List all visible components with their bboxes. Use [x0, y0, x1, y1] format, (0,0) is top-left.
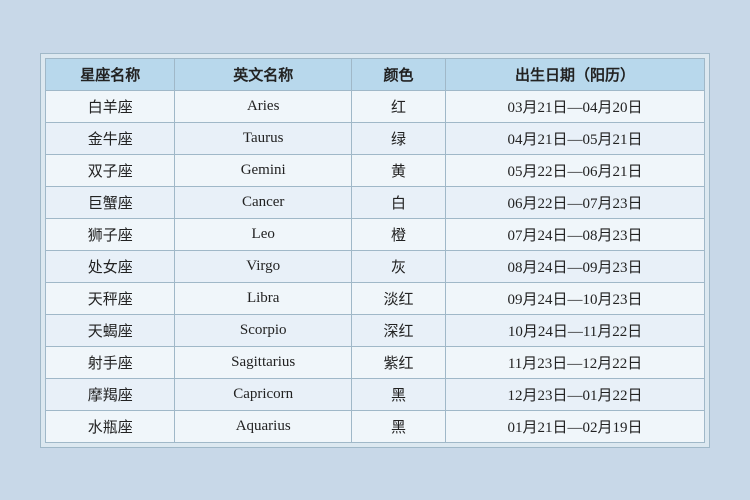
- table-row: 天秤座Libra淡红09月24日—10月23日: [46, 282, 705, 314]
- cell-color-7: 深红: [351, 314, 445, 346]
- zodiac-table: 星座名称 英文名称 颜色 出生日期（阳历） 白羊座Aries红03月21日—04…: [45, 58, 705, 443]
- table-row: 摩羯座Capricorn黑12月23日—01月22日: [46, 378, 705, 410]
- table-row: 狮子座Leo橙07月24日—08月23日: [46, 218, 705, 250]
- table-header-row: 星座名称 英文名称 颜色 出生日期（阳历）: [46, 58, 705, 90]
- cell-date-8: 11月23日—12月22日: [446, 346, 705, 378]
- cell-zh-2: 双子座: [46, 154, 175, 186]
- cell-color-5: 灰: [351, 250, 445, 282]
- cell-en-7: Scorpio: [175, 314, 352, 346]
- cell-zh-5: 处女座: [46, 250, 175, 282]
- cell-en-2: Gemini: [175, 154, 352, 186]
- cell-color-9: 黑: [351, 378, 445, 410]
- cell-zh-9: 摩羯座: [46, 378, 175, 410]
- cell-zh-8: 射手座: [46, 346, 175, 378]
- cell-en-6: Libra: [175, 282, 352, 314]
- cell-date-5: 08月24日—09月23日: [446, 250, 705, 282]
- cell-color-3: 白: [351, 186, 445, 218]
- cell-color-6: 淡红: [351, 282, 445, 314]
- cell-zh-6: 天秤座: [46, 282, 175, 314]
- cell-en-8: Sagittarius: [175, 346, 352, 378]
- cell-date-6: 09月24日—10月23日: [446, 282, 705, 314]
- cell-date-1: 04月21日—05月21日: [446, 122, 705, 154]
- cell-zh-3: 巨蟹座: [46, 186, 175, 218]
- header-date: 出生日期（阳历）: [446, 58, 705, 90]
- header-en: 英文名称: [175, 58, 352, 90]
- cell-color-4: 橙: [351, 218, 445, 250]
- header-color: 颜色: [351, 58, 445, 90]
- cell-date-10: 01月21日—02月19日: [446, 410, 705, 442]
- table-row: 天蝎座Scorpio深红10月24日—11月22日: [46, 314, 705, 346]
- cell-en-0: Aries: [175, 90, 352, 122]
- cell-color-8: 紫红: [351, 346, 445, 378]
- cell-date-3: 06月22日—07月23日: [446, 186, 705, 218]
- cell-zh-4: 狮子座: [46, 218, 175, 250]
- cell-color-2: 黄: [351, 154, 445, 186]
- zodiac-table-container: 星座名称 英文名称 颜色 出生日期（阳历） 白羊座Aries红03月21日—04…: [40, 53, 710, 448]
- table-row: 巨蟹座Cancer白06月22日—07月23日: [46, 186, 705, 218]
- cell-color-1: 绿: [351, 122, 445, 154]
- table-row: 处女座Virgo灰08月24日—09月23日: [46, 250, 705, 282]
- cell-date-7: 10月24日—11月22日: [446, 314, 705, 346]
- cell-zh-10: 水瓶座: [46, 410, 175, 442]
- table-row: 白羊座Aries红03月21日—04月20日: [46, 90, 705, 122]
- cell-date-2: 05月22日—06月21日: [446, 154, 705, 186]
- table-row: 金牛座Taurus绿04月21日—05月21日: [46, 122, 705, 154]
- cell-en-3: Cancer: [175, 186, 352, 218]
- table-row: 双子座Gemini黄05月22日—06月21日: [46, 154, 705, 186]
- table-row: 水瓶座Aquarius黑01月21日—02月19日: [46, 410, 705, 442]
- cell-en-5: Virgo: [175, 250, 352, 282]
- cell-color-10: 黑: [351, 410, 445, 442]
- table-row: 射手座Sagittarius紫红11月23日—12月22日: [46, 346, 705, 378]
- cell-zh-7: 天蝎座: [46, 314, 175, 346]
- cell-en-4: Leo: [175, 218, 352, 250]
- cell-en-1: Taurus: [175, 122, 352, 154]
- cell-en-9: Capricorn: [175, 378, 352, 410]
- cell-date-4: 07月24日—08月23日: [446, 218, 705, 250]
- cell-en-10: Aquarius: [175, 410, 352, 442]
- cell-zh-0: 白羊座: [46, 90, 175, 122]
- cell-zh-1: 金牛座: [46, 122, 175, 154]
- header-zh: 星座名称: [46, 58, 175, 90]
- cell-date-0: 03月21日—04月20日: [446, 90, 705, 122]
- cell-date-9: 12月23日—01月22日: [446, 378, 705, 410]
- cell-color-0: 红: [351, 90, 445, 122]
